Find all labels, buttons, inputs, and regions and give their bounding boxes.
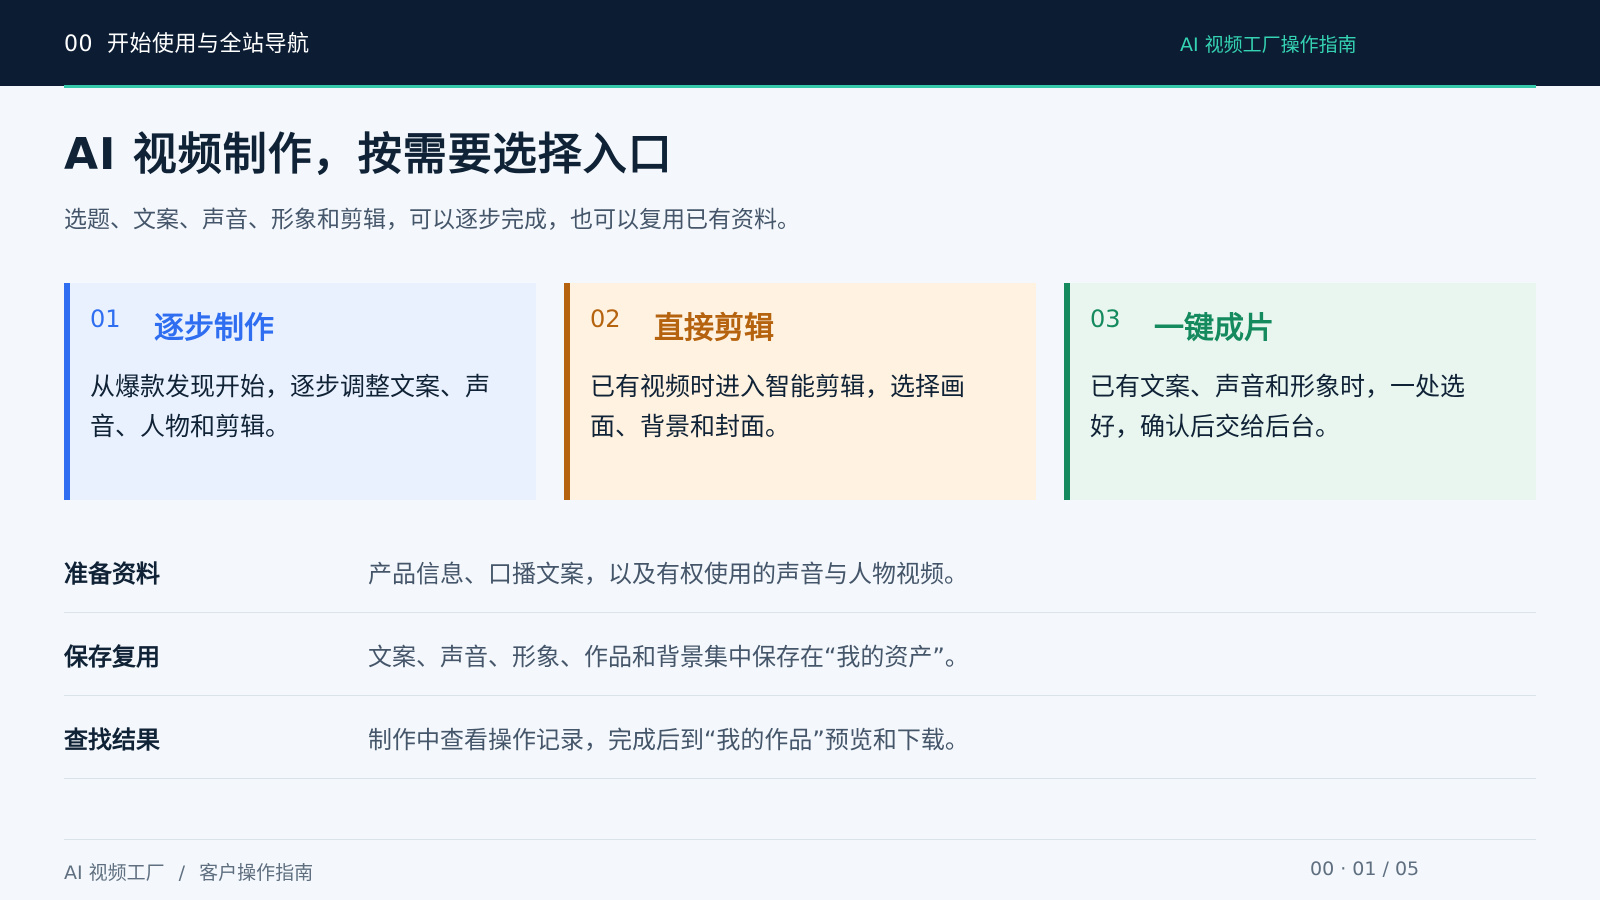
section-title: 开始使用与全站导航 — [107, 32, 310, 57]
top-bar: 00 开始使用与全站导航 AI 视频工厂操作指南 — [0, 0, 1600, 86]
card-title: 直接剪辑 — [654, 311, 774, 346]
footer-divider — [64, 839, 1536, 840]
list-item-text: 制作中查看操作记录，完成后到“我的作品”预览和下载。 — [368, 726, 969, 754]
card-description: 已有文案、声音和形象时，一处选好，确认后交给后台。 — [1090, 372, 1466, 441]
card-step-by-step: 01 逐步制作 从爆款发现开始，逐步调整文案、声音、人物和剪辑。 — [64, 283, 536, 500]
card-number: 03 — [1090, 305, 1121, 333]
card-title: 逐步制作 — [154, 311, 274, 346]
card-direct-edit: 02 直接剪辑 已有视频时进入智能剪辑，选择画面、背景和封面。 — [564, 283, 1036, 500]
list-item-label: 查找结果 — [64, 726, 160, 754]
card-number: 01 — [90, 305, 121, 333]
info-list: 准备资料 产品信息、口播文案，以及有权使用的声音与人物视频。 保存复用 文案、声… — [64, 530, 1536, 779]
footer-section: 客户操作指南 — [199, 862, 314, 884]
card-description: 已有视频时进入智能剪辑，选择画面、背景和封面。 — [590, 372, 966, 441]
card-one-click: 03 一键成片 已有文案、声音和形象时，一处选好，确认后交给后台。 — [1064, 283, 1536, 500]
card-title: 一键成片 — [1154, 311, 1274, 346]
list-item-text: 文案、声音、形象、作品和背景集中保存在“我的资产”。 — [368, 643, 969, 671]
list-item: 查找结果 制作中查看操作记录，完成后到“我的作品”预览和下载。 — [64, 696, 1536, 779]
card-number: 02 — [590, 305, 621, 333]
page-title: AI 视频制作，按需要选择入口 — [64, 129, 673, 180]
list-item: 准备资料 产品信息、口播文案，以及有权使用的声音与人物视频。 — [64, 530, 1536, 613]
card-description: 从爆款发现开始，逐步调整文案、声音、人物和剪辑。 — [90, 372, 491, 441]
footer-brand: AI 视频工厂 — [64, 862, 165, 884]
list-item-label: 准备资料 — [64, 560, 160, 588]
footer-separator: / — [178, 862, 186, 884]
list-item-label: 保存复用 — [64, 643, 160, 671]
section-heading: 00 开始使用与全站导航 — [64, 26, 310, 58]
list-item-text: 产品信息、口播文案，以及有权使用的声音与人物视频。 — [368, 560, 968, 588]
section-number: 00 — [64, 32, 93, 57]
list-item: 保存复用 文案、声音、形象、作品和背景集中保存在“我的资产”。 — [64, 613, 1536, 696]
page-subtitle: 选题、文案、声音、形象和剪辑，可以逐步完成，也可以复用已有资料。 — [64, 207, 800, 233]
guide-title: AI 视频工厂操作指南 — [1180, 34, 1357, 56]
page-indicator: 00 · 01 / 05 — [1310, 858, 1420, 880]
header-accent-line — [64, 85, 1536, 88]
footer-breadcrumb: AI 视频工厂 / 客户操作指南 — [64, 858, 313, 885]
